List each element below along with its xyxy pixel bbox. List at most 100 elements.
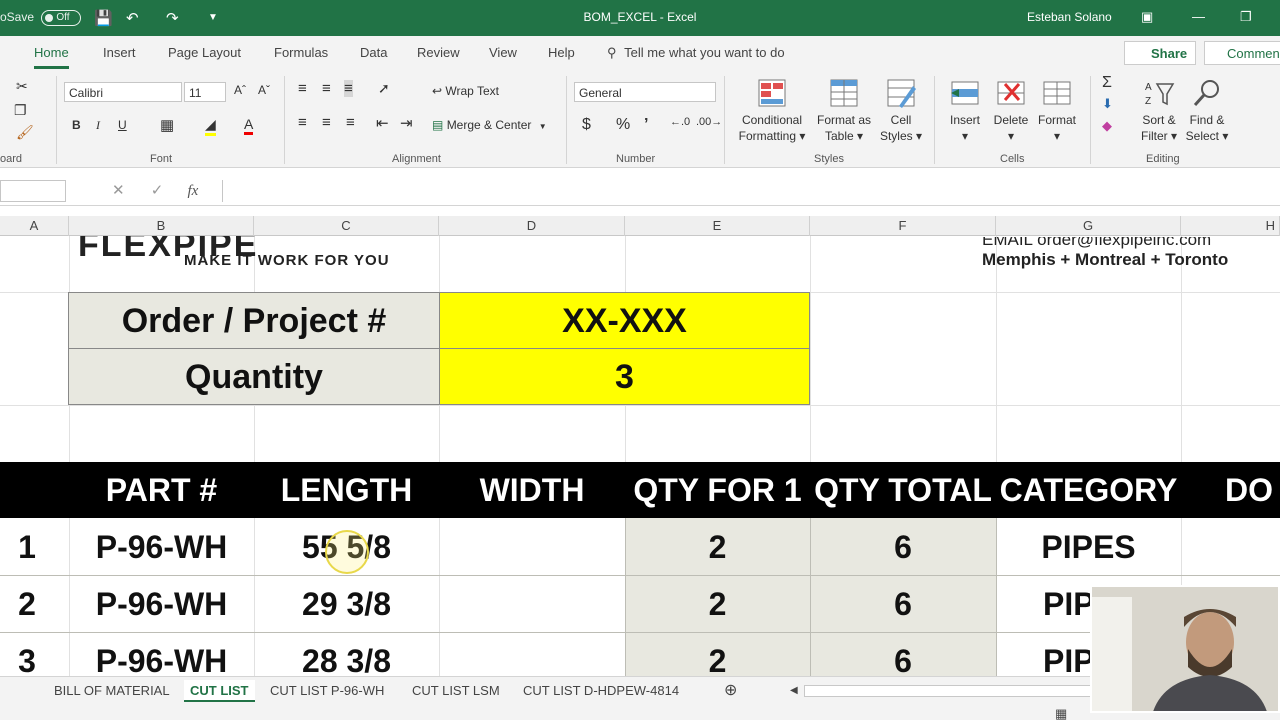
italic-button[interactable]: I — [96, 118, 100, 133]
align-middle-icon[interactable]: ≡ — [322, 80, 331, 97]
width-cell[interactable] — [439, 633, 625, 676]
delete-cells-button[interactable]: Delete ▾ — [990, 78, 1032, 144]
merge-center-button[interactable]: ▤ Merge & Center ▼ — [432, 118, 547, 132]
increase-font-size-icon[interactable]: Aˆ — [234, 83, 246, 97]
autosum-icon[interactable]: Σ — [1102, 74, 1112, 92]
part-number-cell[interactable]: P-96-WH — [69, 633, 254, 676]
clear-icon[interactable]: ◆ — [1102, 118, 1112, 134]
cell-styles-button[interactable]: Cell Styles ▾ — [878, 78, 924, 144]
align-top-icon[interactable]: ≡ — [298, 80, 307, 97]
row-number[interactable]: 3 — [0, 633, 54, 676]
sort-filter-button[interactable]: AZ Sort & Filter ▾ — [1136, 78, 1182, 144]
formula-input[interactable] — [222, 180, 1280, 202]
quantity-label[interactable]: Quantity — [68, 348, 440, 405]
currency-icon[interactable]: $ — [582, 116, 591, 134]
column-header-h[interactable]: H — [1181, 216, 1280, 236]
order-project-value[interactable]: XX-XXX — [439, 292, 810, 349]
width-cell[interactable] — [439, 576, 625, 632]
orientation-icon[interactable]: ➚ — [378, 80, 390, 97]
underline-button[interactable]: U — [118, 118, 127, 132]
increase-indent-icon[interactable]: ⇥ — [400, 114, 413, 132]
comma-style-icon[interactable]: ’ — [644, 116, 648, 134]
header-width[interactable]: WIDTH — [439, 462, 625, 518]
center-icon[interactable]: ≡ — [322, 114, 331, 131]
decrease-decimal-icon[interactable]: .00→ — [696, 116, 722, 128]
column-header-e[interactable]: E — [625, 216, 810, 236]
tab-data[interactable]: Data — [360, 45, 387, 60]
header-qty-total[interactable]: QTY TOTAL — [810, 462, 996, 518]
cancel-icon[interactable]: ✕ — [112, 182, 125, 199]
fill-color-icon[interactable]: ◢ — [205, 116, 216, 136]
comments-button[interactable]: Commen — [1204, 41, 1280, 65]
length-cell[interactable]: 28 3/8 — [254, 633, 439, 676]
horizontal-scrollbar[interactable] — [804, 685, 1094, 697]
row-number[interactable]: 1 — [0, 519, 54, 575]
format-cells-button[interactable]: Format ▾ — [1034, 78, 1080, 144]
minimize-icon[interactable]: — — [1192, 9, 1205, 24]
column-header-b[interactable]: B — [69, 216, 254, 236]
qty-for-1-cell[interactable]: 2 — [625, 519, 810, 575]
format-as-table-button[interactable]: Format as Table ▾ — [814, 78, 874, 144]
increase-decimal-icon[interactable]: ←.0 — [670, 116, 690, 128]
header-do[interactable]: DO — [1181, 462, 1280, 518]
conditional-formatting-button[interactable]: Conditional Formatting ▾ — [734, 78, 810, 144]
align-left-icon[interactable]: ≡ — [298, 114, 307, 131]
sheet-tab-cut-list-d-hdpew-4814[interactable]: CUT LIST D-HDPEW-4814 — [523, 680, 679, 702]
tab-page-layout[interactable]: Page Layout — [168, 45, 241, 60]
restore-icon[interactable]: ❐ — [1240, 9, 1252, 25]
find-select-button[interactable]: Find & Select ▾ — [1184, 78, 1230, 144]
sheet-tab-bill-of-material[interactable]: BILL OF MATERIAL — [54, 680, 170, 702]
column-header-g[interactable]: G — [996, 216, 1181, 236]
sheet-tab-cut-list[interactable]: CUT LIST — [184, 680, 255, 702]
percent-icon[interactable]: % — [616, 116, 630, 134]
font-color-icon[interactable]: A — [244, 116, 254, 135]
cut-icon[interactable]: ✂ — [16, 78, 28, 95]
qty-total-cell[interactable]: 6 — [810, 633, 996, 676]
tab-formulas[interactable]: Formulas — [274, 45, 328, 60]
share-button[interactable]: Share — [1124, 41, 1196, 65]
decrease-font-size-icon[interactable]: Aˇ — [258, 83, 270, 97]
tab-review[interactable]: Review — [417, 45, 460, 60]
enter-icon[interactable]: ✓ — [151, 182, 164, 199]
tab-view[interactable]: View — [489, 45, 517, 60]
copy-icon[interactable]: ❐ — [14, 102, 27, 119]
bold-button[interactable]: B — [72, 118, 81, 132]
qty-for-1-cell[interactable]: 2 — [625, 633, 810, 676]
quantity-value[interactable]: 3 — [439, 348, 810, 405]
ribbon-display-options-icon[interactable]: ▣ — [1141, 9, 1153, 25]
fill-icon[interactable]: ⬇ — [1102, 96, 1113, 112]
width-cell[interactable] — [439, 519, 625, 575]
tab-insert[interactable]: Insert — [103, 45, 136, 60]
decrease-indent-icon[interactable]: ⇤ — [376, 114, 389, 132]
qty-total-cell[interactable]: 6 — [810, 576, 996, 632]
header-length[interactable]: LENGTH — [254, 462, 439, 518]
tab-home[interactable]: Home — [34, 45, 69, 69]
sheet-tab-cut-list-lsm[interactable]: CUT LIST LSM — [412, 680, 500, 702]
column-header-a[interactable]: A — [0, 216, 69, 236]
length-cell[interactable]: 29 3/8 — [254, 576, 439, 632]
worksheet-grid[interactable]: FLEXPIPE MAKE IT WORK FOR YOU EMAIL orde… — [0, 236, 1280, 676]
column-header-c[interactable]: C — [254, 216, 439, 236]
wrap-text-button[interactable]: ↩ Wrap Text — [432, 84, 499, 98]
font-size-select[interactable]: 11 — [184, 82, 226, 102]
category-cell[interactable]: PIPES — [996, 519, 1181, 575]
font-name-select[interactable]: Calibri — [64, 82, 182, 102]
format-painter-icon[interactable]: 🖌 — [16, 124, 34, 141]
normal-view-icon[interactable]: ▦ — [1055, 703, 1067, 725]
order-project-label[interactable]: Order / Project # — [68, 292, 440, 349]
insert-cells-button[interactable]: Insert ▾ — [944, 78, 986, 144]
sheet-tab-cut-list-p-96-wh[interactable]: CUT LIST P-96-WH — [270, 680, 384, 702]
insert-function-button[interactable]: fx — [188, 183, 199, 199]
tell-me-search[interactable]: ⚲ Tell me what you want to do — [607, 45, 785, 61]
part-number-cell[interactable]: P-96-WH — [69, 576, 254, 632]
header-part-number[interactable]: PART # — [69, 462, 254, 518]
borders-icon[interactable]: ▦ — [160, 116, 174, 134]
part-number-cell[interactable]: P-96-WH — [69, 519, 254, 575]
name-box[interactable] — [0, 180, 66, 202]
header-qty-for-1[interactable]: QTY FOR 1 — [625, 462, 810, 518]
scroll-left-icon[interactable]: ◀ — [790, 680, 798, 702]
user-name[interactable]: Esteban Solano — [1027, 10, 1112, 24]
column-header-d[interactable]: D — [439, 216, 625, 236]
row-number[interactable]: 2 — [0, 576, 54, 632]
column-header-f[interactable]: F — [810, 216, 996, 236]
